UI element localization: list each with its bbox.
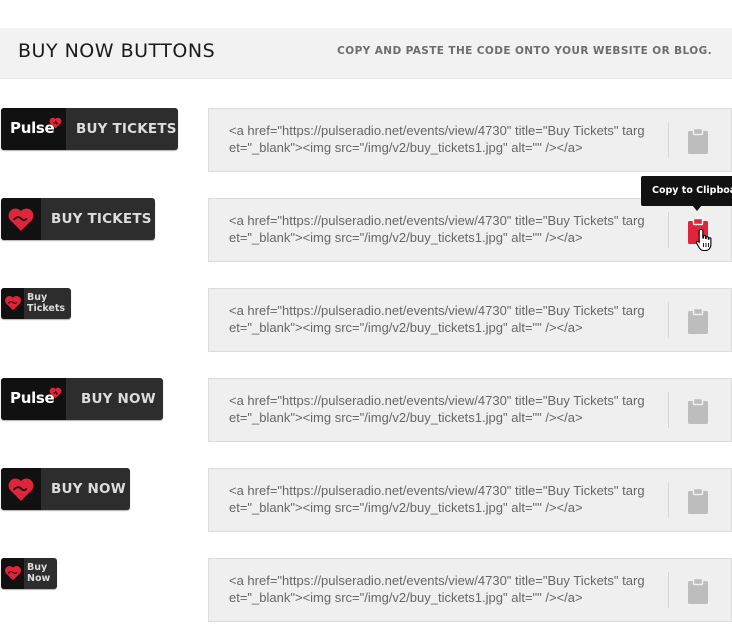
pulse-logo: Pulse	[1, 378, 66, 420]
pulse-heart-logo-icon	[8, 478, 34, 501]
button-label: BUY NOW	[81, 391, 156, 407]
heart-icon	[49, 117, 62, 129]
clipboard-icon[interactable]	[687, 487, 709, 515]
button-row: BUY NOW <a href="https://pulseradio.net/…	[0, 468, 732, 532]
divider	[668, 122, 669, 158]
button-row: Pulse BUY TICKETS <a href="https://pulse…	[0, 108, 732, 172]
buy-tickets-heart-button[interactable]: BUY TICKETS	[1, 198, 155, 240]
button-row: Buy Tickets <a href="https://pulseradio.…	[0, 288, 732, 352]
button-label: BUY TICKETS	[76, 121, 177, 137]
code-snippet-box: <a href="https://pulseradio.net/events/v…	[208, 378, 732, 442]
button-label-line1: Buy	[27, 292, 48, 303]
tooltip-arrow	[692, 205, 702, 211]
page-subtitle: COPY AND PASTE THE CODE ONTO YOUR WEBSIT…	[337, 45, 712, 57]
buy-tickets-small-button[interactable]: Buy Tickets	[1, 288, 71, 319]
page-header: BUY NOW BUTTONS COPY AND PASTE THE CODE …	[0, 28, 732, 79]
pulse-logo: Pulse	[1, 108, 66, 150]
heart-logo-block	[1, 558, 24, 589]
code-snippet-box: <a href="https://pulseradio.net/events/v…	[208, 288, 732, 352]
embed-code-text[interactable]: <a href="https://pulseradio.net/events/v…	[229, 572, 649, 606]
code-snippet-box: <a href="https://pulseradio.net/events/v…	[208, 198, 732, 262]
embed-code-text[interactable]: <a href="https://pulseradio.net/events/v…	[229, 212, 649, 246]
buy-now-small-button[interactable]: Buy Now	[1, 558, 57, 589]
divider	[668, 482, 669, 518]
clipboard-icon[interactable]	[687, 577, 709, 605]
button-label-line2: Tickets	[27, 303, 66, 314]
button-label: BUY TICKETS	[51, 211, 152, 227]
embed-code-text[interactable]: <a href="https://pulseradio.net/events/v…	[229, 392, 649, 426]
hand-pointer-icon	[695, 228, 712, 252]
heart-logo-block	[1, 468, 41, 510]
divider	[668, 212, 669, 248]
button-label: Buy Tickets	[27, 292, 65, 314]
button-label-line1: Buy	[27, 562, 48, 573]
embed-code-text[interactable]: <a href="https://pulseradio.net/events/v…	[229, 482, 649, 516]
heart-logo-block	[1, 288, 24, 319]
button-row: Buy Now <a href="https://pulseradio.net/…	[0, 558, 732, 622]
button-row: Pulse BUY NOW <a href="https://pulseradi…	[0, 378, 732, 442]
code-snippet-box: <a href="https://pulseradio.net/events/v…	[208, 108, 732, 172]
copy-tooltip: Copy to Clipboard	[641, 176, 732, 206]
clipboard-icon[interactable]	[687, 307, 709, 335]
buy-tickets-pulse-button[interactable]: Pulse BUY TICKETS	[1, 108, 178, 150]
divider	[668, 392, 669, 428]
clipboard-icon[interactable]	[687, 397, 709, 425]
heart-icon	[49, 387, 62, 399]
button-row: BUY TICKETS <a href="https://pulseradio.…	[0, 198, 732, 262]
pulse-heart-logo-icon	[8, 208, 34, 231]
pulse-logo-text: Pulse	[10, 119, 55, 137]
clipboard-icon[interactable]	[687, 127, 709, 155]
code-snippet-box: <a href="https://pulseradio.net/events/v…	[208, 468, 732, 532]
button-label: Buy Now	[27, 562, 50, 584]
pulse-heart-logo-icon	[5, 565, 21, 581]
divider	[668, 302, 669, 338]
pulse-logo-text: Pulse	[10, 389, 55, 407]
embed-code-text[interactable]: <a href="https://pulseradio.net/events/v…	[229, 302, 649, 336]
button-label-line2: Now	[27, 573, 51, 584]
pulse-heart-logo-icon	[5, 295, 21, 311]
divider	[668, 572, 669, 608]
code-snippet-box: <a href="https://pulseradio.net/events/v…	[208, 558, 732, 622]
page-title: BUY NOW BUTTONS	[18, 40, 216, 62]
buy-now-pulse-button[interactable]: Pulse BUY NOW	[1, 378, 163, 420]
buy-now-heart-button[interactable]: BUY NOW	[1, 468, 130, 510]
button-label: BUY NOW	[51, 481, 126, 497]
embed-code-text[interactable]: <a href="https://pulseradio.net/events/v…	[229, 122, 649, 156]
heart-logo-block	[1, 198, 41, 240]
